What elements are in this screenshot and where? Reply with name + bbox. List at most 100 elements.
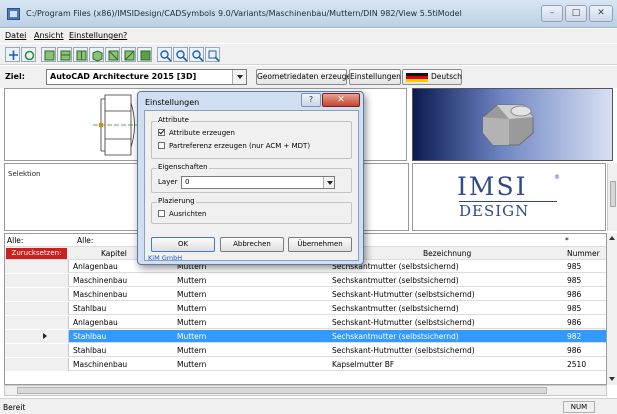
table-row[interactable]: Maschinenbau Muttern Sechskant-Hutmutter… [5,288,606,301]
kim-gmbh-link[interactable]: KiM GmbH [148,254,182,262]
menu-datei[interactable]: Datei [5,31,26,40]
cell-kapitel: Anlagenbau [73,318,118,327]
dialog-help-button[interactable]: ? [301,93,321,107]
table-row[interactable]: Maschinenbau Muttern Kapselmutter BF 251… [5,358,606,371]
cell-nummer: 986 [567,290,582,299]
logo-design-text: DESIGN [459,202,530,220]
cell-bezeichnung: Sechskant-Hutmutter (selbstsichernd) [332,346,475,355]
table-horizontal-scrollbar[interactable] [4,385,607,396]
partref-checkbox-label: Partreferenz erzeugen (nur ACM + MDT) [169,142,311,150]
cell-kategorie: Muttern [177,360,207,369]
table-vertical-scrollbar[interactable] [607,233,617,385]
partref-checkbox-row[interactable]: Partreferenz erzeugen (nur ACM + MDT) [158,142,310,150]
status-bar: Bereit NUM [0,398,617,414]
view-shaded-icon[interactable] [137,47,152,62]
cell-nummer: 985 [567,276,582,285]
zoom-in-icon[interactable] [157,47,172,62]
scrollbar-thumb[interactable] [17,387,547,394]
row-header[interactable] [5,288,69,301]
cell-kategorie: Muttern [177,318,207,327]
table-row[interactable]: Anlagenbau Muttern Sechskant-Hutmutter (… [5,316,606,329]
view-top-icon[interactable] [73,47,88,62]
window-title: C:/Program Files (x86)/IMSIDesign/CADSym… [26,9,462,18]
column-header-kapitel[interactable]: Kapitel [101,249,127,258]
menu-einstellungen[interactable]: Einstellungen [69,31,123,40]
cell-kapitel: Anlagenbau [73,262,118,271]
chevron-down-icon[interactable] [232,70,246,84]
dialog-title: Einstellungen [145,98,200,107]
cell-nummer: 986 [567,346,582,355]
refresh-icon[interactable] [21,47,36,62]
scroll-down-icon[interactable] [609,377,615,381]
ausrichten-checkbox-row[interactable]: Ausrichten [158,210,206,218]
view-back-icon[interactable] [105,47,120,62]
ziel-select[interactable]: AutoCAD Architecture 2015 [3D] [46,69,247,85]
apply-button[interactable]: Übernehmen [288,237,352,252]
dialog-close-button[interactable]: ✕ [322,93,360,107]
language-button[interactable]: Deutsch [402,69,462,85]
row-header[interactable] [5,344,69,357]
row-header[interactable] [5,260,69,273]
minimize-button[interactable]: – [541,5,563,22]
filter-all-1[interactable]: Alle: [7,236,23,245]
view-side-icon[interactable] [57,47,72,62]
zoom-out-icon[interactable] [173,47,188,62]
cell-kapitel: Maschinenbau [73,360,128,369]
layer-select[interactable]: 0 [181,176,335,189]
view-bottom-icon[interactable] [121,47,136,62]
close-button[interactable]: ✕ [589,5,613,22]
cancel-button[interactable]: Abbrechen [220,237,284,252]
nut-3d-render [482,104,534,146]
partref-checkbox[interactable] [158,142,165,149]
cell-kapitel: Stahlbau [73,304,107,313]
preview-scrollbar[interactable] [607,163,617,231]
view-iso-icon[interactable] [89,47,104,62]
menu-ansicht[interactable]: Ansicht [34,31,64,40]
table-row[interactable]: Stahlbau Muttern Sechskant-Hutmutter (se… [5,344,606,357]
view-front-icon[interactable] [41,47,56,62]
cell-kategorie: Muttern [177,276,207,285]
table-row-selected[interactable]: Stahlbau Muttern Sechskantmutter (selbst… [5,330,606,343]
einstellungen-button[interactable]: Einstellungen [349,69,401,85]
row-header[interactable] [5,302,69,315]
model-preview-3d[interactable] [412,88,613,161]
zoom-window-icon[interactable] [205,47,220,62]
ziel-label: Ziel: [5,72,25,81]
status-text: Bereit [3,403,26,412]
logo-trademark: ® [554,174,560,181]
dialog-body: Attribute Attribute erzeugen Partreferen… [144,110,359,262]
cell-kategorie: Muttern [177,290,207,299]
selection-pane[interactable]: Selektion [4,163,154,231]
ausrichten-checkbox[interactable] [158,210,165,217]
attribute-checkbox-row[interactable]: Attribute erzeugen [158,129,235,137]
ziel-value: AutoCAD Architecture 2015 [3D] [50,72,197,81]
cell-kapitel: Stahlbau [73,332,107,341]
filter-all-2[interactable]: Alle: [77,236,93,245]
filter-nummer[interactable]: * [565,236,569,245]
ok-button[interactable]: OK [151,237,215,252]
row-header[interactable] [5,358,69,371]
geometriedaten-button[interactable]: Geometriedaten erzeugen [256,69,356,85]
maximize-button[interactable]: □ [565,5,587,22]
scrollbar-thumb[interactable] [610,181,616,207]
attribute-checkbox[interactable] [158,129,165,136]
row-header[interactable] [5,330,69,343]
table-row[interactable]: Stahlbau Muttern Sechskantmutter (selbst… [5,302,606,315]
scroll-up-icon[interactable] [609,236,615,240]
plazierung-group-title: Plazierung [157,197,196,205]
arrows-icon[interactable] [5,47,20,62]
column-header-bezeichnung[interactable]: Bezeichnung [423,249,471,258]
zoom-fit-icon[interactable] [189,47,204,62]
table-row[interactable]: Maschinenbau Muttern Sechskantmutter (se… [5,274,606,287]
menu-help[interactable]: ? [123,31,127,40]
column-header-nummer[interactable]: Nummer [567,249,600,258]
chevron-down-icon[interactable] [323,177,334,188]
layer-label: Layer [158,178,178,186]
row-header[interactable] [5,274,69,287]
eigenschaften-group: Eigenschaften Layer 0 [151,163,352,193]
reset-filter-button[interactable]: Zurucksetzen: [6,248,67,259]
cell-bezeichnung: Sechskantmutter (selbstsichernd) [332,276,459,285]
cell-kapitel: Stahlbau [73,346,107,355]
row-header[interactable] [5,316,69,329]
cell-bezeichnung: Sechskantmutter (selbstsichernd) [332,332,459,341]
